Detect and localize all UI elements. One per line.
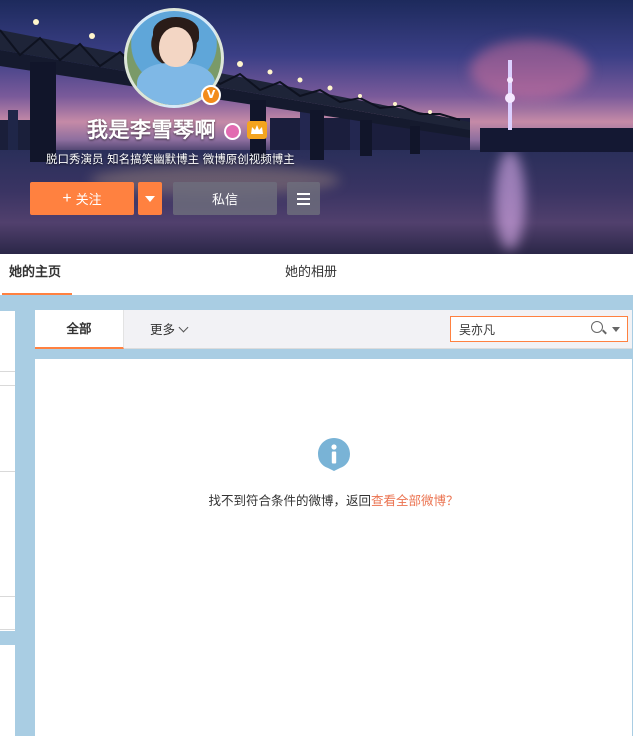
empty-state-text: 找不到符合条件的微博，返回 bbox=[208, 493, 371, 508]
filter-more-dropdown[interactable]: 更多 bbox=[150, 310, 189, 349]
sidebar-divider bbox=[0, 629, 15, 630]
sidebar-divider bbox=[0, 471, 15, 472]
level-badge-icon[interactable] bbox=[247, 121, 267, 139]
search-input[interactable] bbox=[451, 318, 589, 340]
more-menu-button[interactable] bbox=[287, 182, 320, 215]
follow-button[interactable]: + 关注 bbox=[30, 182, 134, 215]
caret-down-icon[interactable] bbox=[612, 327, 620, 332]
follow-label: 关注 bbox=[75, 192, 102, 207]
message-button[interactable]: 私信 bbox=[173, 182, 277, 215]
tab-home[interactable]: 她的主页 bbox=[2, 254, 72, 295]
info-icon bbox=[318, 438, 350, 471]
chevron-down-icon bbox=[178, 322, 189, 333]
follow-dropdown-button[interactable] bbox=[138, 182, 162, 215]
search-icon[interactable] bbox=[591, 321, 603, 333]
member-badge-icon[interactable] bbox=[224, 123, 241, 140]
verified-badge-icon: V bbox=[201, 85, 221, 105]
left-sidebar bbox=[0, 311, 15, 736]
empty-state-message: 找不到符合条件的微博，返回查看全部微博？ bbox=[35, 490, 632, 509]
view-all-posts-link[interactable]: 查看全部微博？ bbox=[371, 493, 459, 508]
search-box bbox=[450, 316, 628, 342]
profile-tabs: 她的主页 她的相册 bbox=[0, 254, 633, 295]
sidebar-divider bbox=[0, 385, 15, 386]
filter-more-label: 更多 bbox=[150, 322, 176, 337]
profile-cover: V 我是李雪琴啊 脱口秀演员 知名搞笑幽默博主 微博原创视频博主 + 关注 私信 bbox=[0, 0, 633, 254]
avatar-face bbox=[159, 27, 193, 67]
feed-toolbar: 全部 更多 bbox=[35, 310, 632, 349]
tab-album[interactable]: 她的相册 bbox=[285, 254, 337, 295]
sidebar-gap bbox=[0, 631, 15, 645]
filter-all-tab[interactable]: 全部 bbox=[35, 310, 124, 349]
profile-name: 我是李雪琴啊 bbox=[87, 118, 216, 142]
feed-content: 找不到符合条件的微博，返回查看全部微博？ bbox=[35, 359, 632, 736]
profile-bio: 脱口秀演员 知名搞笑幽默博主 微博原创视频博主 bbox=[46, 152, 295, 166]
crown-icon bbox=[251, 125, 263, 134]
caret-down-icon bbox=[145, 195, 155, 202]
hamburger-icon bbox=[297, 190, 310, 208]
plus-icon: + bbox=[62, 189, 72, 207]
sidebar-divider bbox=[0, 596, 15, 597]
sidebar-divider bbox=[0, 371, 15, 372]
